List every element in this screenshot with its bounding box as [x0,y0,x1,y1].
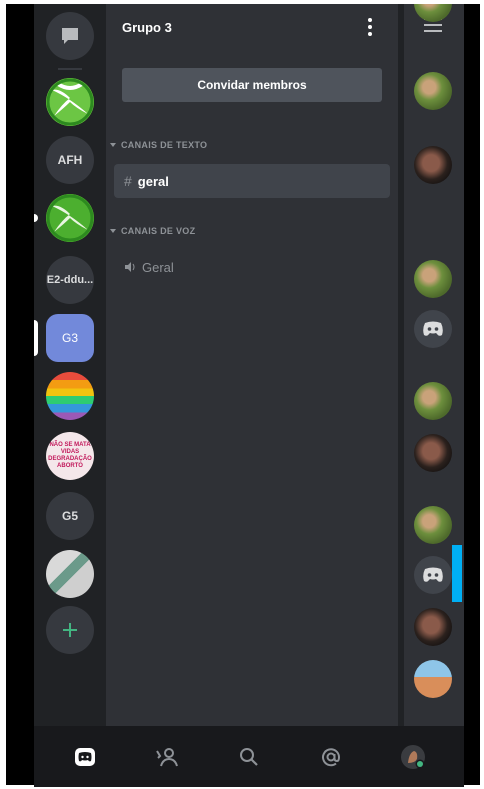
tab-mentions[interactable] [311,737,351,777]
mentions-icon [322,747,341,766]
member-avatar[interactable] [414,146,452,184]
sign-line-3: DEGRADAÇÃO [48,456,92,462]
category-label: CANAIS DE TEXTO [121,140,208,150]
tab-friends[interactable] [147,737,187,777]
category-label: CANAIS DE VOZ [121,226,196,236]
tab-profile[interactable] [393,737,433,777]
sign-line-2: VIDAS [60,449,80,455]
tab-search[interactable] [229,737,269,777]
server-label-g5: G5 [61,509,78,523]
members-panel [404,4,464,726]
protest-sign: NÃO SE MATA VIDAS DEGRADAÇÃO ABORTO [48,442,92,470]
server-rail: AFH E2-ddu... G3 NÃO SE MATA VIDAS DEGRA… [34,4,106,726]
profile-avatar-icon [401,744,425,769]
server-icon-xbox-1[interactable] [46,78,94,126]
member-avatar-default[interactable] [414,310,452,348]
sign-line-4: ABORTO [57,463,83,469]
channel-name: geral [137,173,169,189]
invite-members-button[interactable]: Convidar membros [122,68,382,102]
server-icon-protest[interactable]: NÃO SE MATA VIDAS DEGRADAÇÃO ABORTO [46,432,94,480]
member-avatar[interactable] [414,660,452,698]
server-icon-xbox-2[interactable] [46,194,94,242]
discord-logo-icon [423,321,443,336]
scrollbar-thumb[interactable] [452,545,462,602]
tab-home[interactable] [65,737,105,777]
search-icon [240,747,258,766]
server-icon-rainbow[interactable] [46,372,94,420]
guild-name: Grupo 3 [122,19,172,35]
server-icon-g3[interactable]: G3 [46,314,94,362]
xbox-logo-icon [46,194,94,242]
add-server-button[interactable] [46,606,94,654]
chat-bubble-icon [62,28,78,44]
friends-icon [156,747,178,766]
member-avatar-default[interactable] [414,556,452,594]
member-avatar[interactable] [414,260,452,298]
channel-geral[interactable]: # geral [114,164,390,198]
server-label-afh: AFH [57,153,83,167]
selected-indicator [34,320,38,356]
server-icon-g5[interactable]: G5 [46,492,94,540]
member-avatar[interactable] [414,382,452,420]
category-text-channels[interactable]: CANAIS DE TEXTO [110,140,207,150]
guild-header[interactable]: Grupo 3 [106,4,398,50]
server-icon-e2[interactable]: E2-ddu... [46,256,94,304]
direct-messages-button[interactable] [46,12,94,60]
voice-channel-geral[interactable]: Geral [114,250,390,284]
chevron-down-icon [110,229,116,233]
sign-line-1: NÃO SE MATA [49,442,91,448]
server-label-g3: G3 [61,331,78,345]
discord-app: AFH E2-ddu... G3 NÃO SE MATA VIDAS DEGRA… [34,4,464,787]
rail-divider [58,68,82,70]
member-avatar[interactable] [414,4,452,22]
hashtag-icon: # [124,173,132,189]
kebab-menu-icon[interactable] [368,18,372,36]
plus-icon [63,623,77,637]
server-icon-afh[interactable]: AFH [46,136,94,184]
xbox-logo-icon [46,78,94,126]
speaker-icon [124,261,136,273]
chevron-down-icon [110,143,116,147]
category-voice-channels[interactable]: CANAIS DE VOZ [110,226,195,236]
server-icon-photo[interactable] [46,550,94,598]
unread-indicator [34,214,38,222]
channel-panel: Grupo 3 Convidar membros CANAIS DE TEXTO… [106,4,398,726]
discord-logo-icon [423,567,443,582]
server-label-e2: E2-ddu... [46,274,94,286]
member-avatar[interactable] [414,72,452,110]
member-avatar[interactable] [414,434,452,472]
member-avatar[interactable] [414,506,452,544]
member-avatar[interactable] [414,608,452,646]
channel-name: Geral [142,259,174,275]
bottom-tab-bar [34,726,464,787]
discord-home-icon [75,747,95,766]
